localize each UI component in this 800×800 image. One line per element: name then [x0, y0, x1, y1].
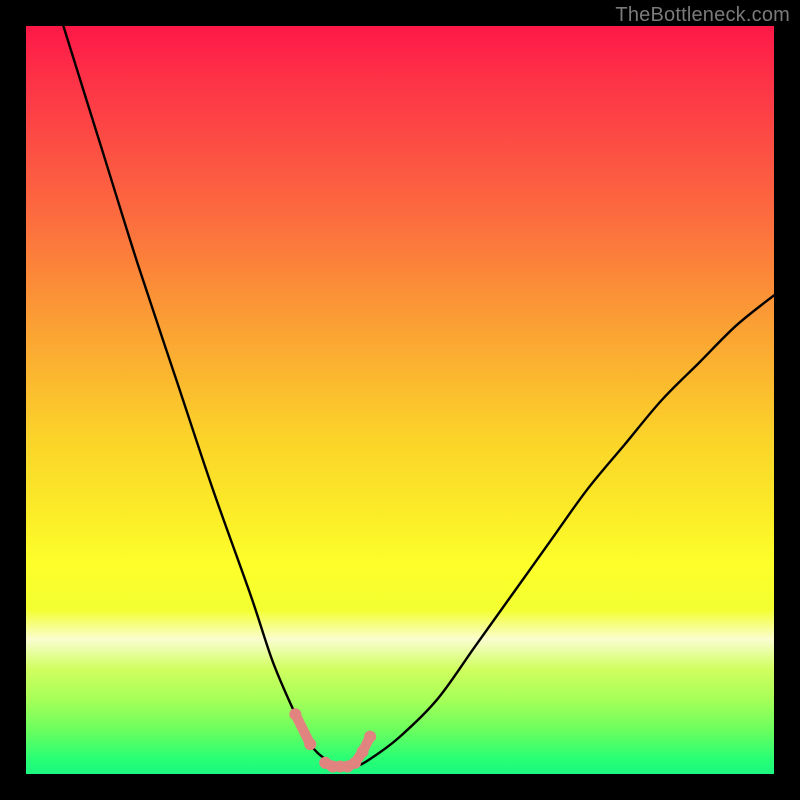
plot-area: [26, 26, 774, 774]
bottleneck-curve: [26, 26, 774, 774]
watermark-text: TheBottleneck.com: [615, 4, 790, 27]
chart-frame: TheBottleneck.com: [0, 0, 800, 800]
